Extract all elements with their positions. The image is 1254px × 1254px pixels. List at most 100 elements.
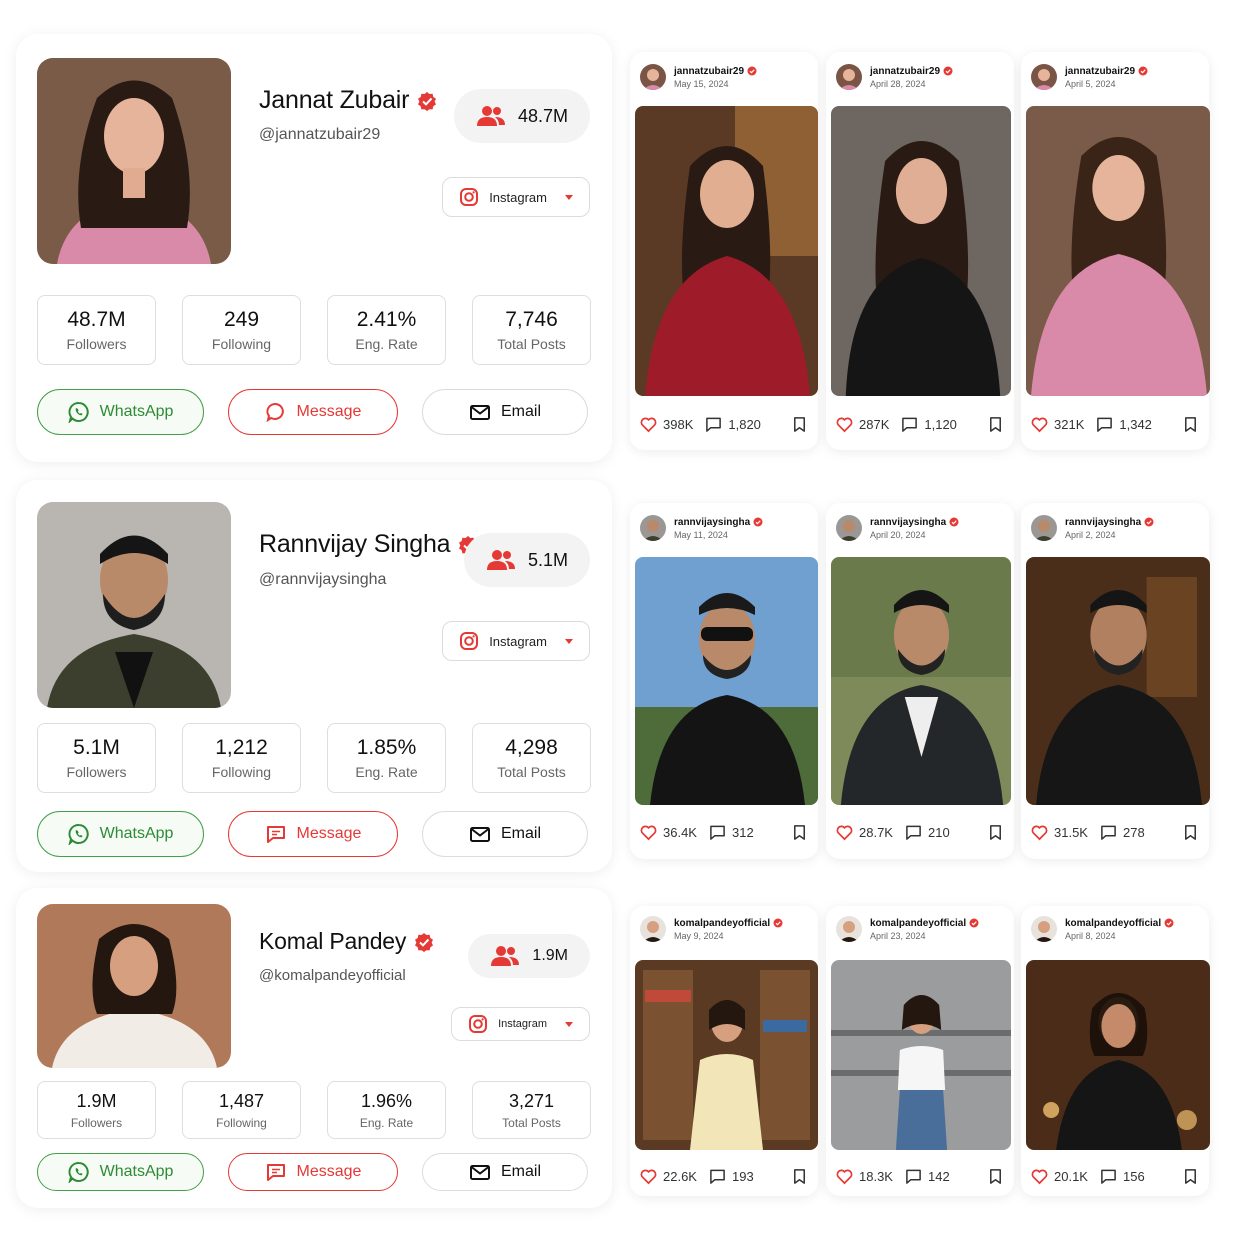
whatsapp-button[interactable]: WhatsApp [37,811,204,857]
post-card[interactable]: rannvijaysingha May 11, 2024 36.4K 312 [630,503,818,859]
stat-label: Total Posts [502,1115,561,1130]
comments[interactable]: 193 [709,1168,754,1185]
comments-count: 193 [731,1169,754,1184]
post-card[interactable]: komalpandeyofficial April 8, 2024 20.1K 1… [1021,906,1210,1196]
post-username[interactable]: komalpandeyofficial [870,918,979,929]
bookmark-icon[interactable] [987,1168,1004,1185]
post-image[interactable] [635,960,818,1150]
whatsapp-button[interactable]: WhatsApp [37,389,204,435]
comments[interactable]: 278 [1100,824,1145,841]
message-button[interactable]: Message [228,389,398,435]
bookmark-icon[interactable] [1182,416,1199,433]
email-button[interactable]: Email [422,389,588,435]
stat-value: 7,746 [505,308,558,331]
post-image[interactable] [1026,557,1210,805]
post-card[interactable]: komalpandeyofficial May 9, 2024 22.6K 193 [630,906,818,1196]
post-username[interactable]: jannatzubair29 [674,66,757,77]
platform-select[interactable]: Instagram [442,177,590,217]
bookmark-icon[interactable] [791,416,808,433]
verified-badge-icon [949,517,959,527]
bookmark-icon[interactable] [791,1168,808,1185]
heart-icon [836,1169,853,1185]
bookmark-icon[interactable] [1182,824,1199,841]
comments[interactable]: 1,342 [1096,416,1152,433]
post-image[interactable] [831,960,1011,1150]
stat-label: Eng. Rate [355,336,418,352]
comments[interactable]: 210 [905,824,950,841]
post-image[interactable] [1026,960,1210,1150]
likes-count: 18.3K [859,1169,893,1184]
comment-icon [902,417,918,432]
likes[interactable]: 28.7K [836,824,893,841]
post-image[interactable] [831,557,1011,805]
comment-icon [906,1169,921,1184]
post-image[interactable] [831,106,1011,396]
avatar [640,64,666,90]
bookmark-icon[interactable] [987,416,1004,433]
post-card[interactable]: jannatzubair29 May 15, 2024 398K 1,820 [630,52,818,450]
post-username[interactable]: rannvijaysingha [870,517,959,528]
avatar [1031,515,1057,541]
post-username[interactable]: jannatzubair29 [870,66,953,77]
likes[interactable]: 22.6K [640,1168,697,1185]
message-button[interactable]: Message [228,1153,398,1191]
post-date: April 28, 2024 [870,78,926,89]
post-username[interactable]: komalpandeyofficial [1065,918,1174,929]
post-card[interactable]: rannvijaysingha April 20, 2024 28.7K 210 [826,503,1014,859]
stat-value: 4,298 [505,736,558,759]
likes[interactable]: 36.4K [640,824,697,841]
whatsapp-label: WhatsApp [99,1163,174,1180]
stat-value: 1.9M [76,1090,117,1111]
post-username[interactable]: rannvijaysingha [674,517,763,528]
verified-badge-icon [943,66,953,76]
stat-label: Following [211,764,272,780]
post-card[interactable]: komalpandeyofficial April 23, 2024 18.3K … [826,906,1014,1196]
users-icon [476,106,505,126]
likes[interactable]: 31.5K [1031,824,1088,841]
post-card[interactable]: jannatzubair29 April 28, 2024 287K 1,120 [826,52,1014,450]
stat-value: 1.96% [360,1090,413,1111]
message-button[interactable]: Message [228,811,398,857]
stats-row: 1.9M Followers 1,487 Following 1.96% Eng. R… [37,1081,591,1139]
bookmark-icon[interactable] [1182,1168,1199,1185]
stat-following: 1,212 Following [182,723,301,793]
heart-icon [640,1169,657,1185]
bookmark-icon[interactable] [987,824,1004,841]
stat-label: Total Posts [497,764,566,780]
platform-select[interactable]: Instagram [451,1007,590,1041]
comments[interactable]: 312 [709,824,754,841]
whatsapp-button[interactable]: WhatsApp [37,1153,204,1191]
email-button[interactable]: Email [422,1153,588,1191]
avatar [836,64,862,90]
stat-followers: 5.1M Followers [37,723,156,793]
likes[interactable]: 18.3K [836,1168,893,1185]
heart-icon [836,417,853,433]
verified-badge-icon [415,932,434,952]
post-username[interactable]: rannvijaysingha [1065,517,1154,528]
post-card[interactable]: jannatzubair29 April 5, 2024 321K 1,342 [1021,52,1210,450]
likes[interactable]: 398K [640,416,693,433]
post-username[interactable]: jannatzubair29 [1065,66,1148,77]
avatar [836,515,862,541]
post-image[interactable] [1026,106,1210,396]
likes[interactable]: 20.1K [1031,1168,1088,1185]
post-username[interactable]: komalpandeyofficial [674,918,783,929]
stat-label: Following [211,336,272,352]
post-image[interactable] [635,557,818,805]
comment-icon [706,417,722,432]
actions-row: WhatsApp Message Email [37,811,588,857]
comments[interactable]: 156 [1100,1168,1145,1185]
post-image[interactable] [635,106,818,396]
stat-total-posts: 7,746 Total Posts [472,295,591,365]
comments[interactable]: 1,120 [901,416,957,433]
email-button[interactable]: Email [422,811,588,857]
likes[interactable]: 287K [836,416,889,433]
bookmark-icon[interactable] [791,824,808,841]
platform-select[interactable]: Instagram [442,621,590,661]
stat-total-posts: 4,298 Total Posts [472,723,591,793]
likes[interactable]: 321K [1031,416,1084,433]
comments[interactable]: 142 [905,1168,950,1185]
stat-followers: 1.9M Followers [37,1081,156,1139]
post-card[interactable]: rannvijaysingha April 2, 2024 31.5K 278 [1021,503,1210,859]
comments[interactable]: 1,820 [705,416,761,433]
